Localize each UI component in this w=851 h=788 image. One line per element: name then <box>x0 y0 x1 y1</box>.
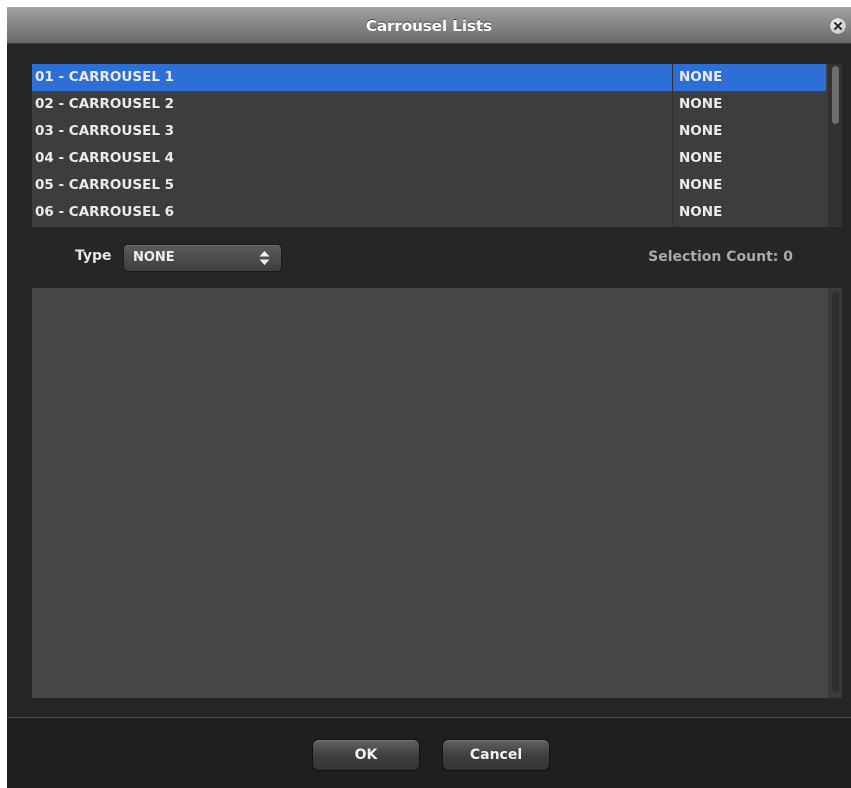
list-item-value: NONE <box>679 96 723 112</box>
list-item-name: 02 - CARROUSEL 2 <box>35 96 175 112</box>
cancel-button[interactable]: Cancel <box>443 740 549 770</box>
button-bar: OK Cancel <box>7 718 851 788</box>
window-title: Carrousel Lists <box>365 17 493 35</box>
type-label: Type <box>75 248 112 264</box>
list-scrollbar[interactable] <box>828 64 842 227</box>
type-select[interactable]: NONE <box>124 245 281 271</box>
list-item[interactable]: 03 - CARROUSEL 3 NONE <box>32 118 826 145</box>
type-select-value: NONE <box>133 250 175 265</box>
list-item-value: NONE <box>679 123 723 139</box>
carrousel-list: 01 - CARROUSEL 1 NONE 02 - CARROUSEL 2 N… <box>32 64 842 227</box>
selection-panel[interactable] <box>32 288 842 698</box>
title-bar[interactable]: Carrousel Lists <box>7 7 851 44</box>
list-item[interactable]: 04 - CARROUSEL 4 NONE <box>32 145 826 172</box>
list-item-value: NONE <box>679 204 723 220</box>
list-item-value: NONE <box>679 177 723 193</box>
ok-button[interactable]: OK <box>313 740 419 770</box>
list-item-name: 03 - CARROUSEL 3 <box>35 123 175 139</box>
selection-count: Selection Count: 0 <box>648 249 793 265</box>
list-item-value: NONE <box>679 150 723 166</box>
list-item[interactable]: 02 - CARROUSEL 2 NONE <box>32 91 826 118</box>
panel-scrollbar[interactable] <box>828 288 842 698</box>
list-item[interactable]: 06 - CARROUSEL 6 NONE <box>32 199 826 226</box>
up-down-arrows-icon <box>259 251 270 265</box>
list-item-name: 05 - CARROUSEL 5 <box>35 177 175 193</box>
list-item-name: 06 - CARROUSEL 6 <box>35 204 175 220</box>
list-item-name: 04 - CARROUSEL 4 <box>35 150 175 166</box>
list-item[interactable]: 01 - CARROUSEL 1 NONE <box>32 64 826 91</box>
list-item[interactable]: 05 - CARROUSEL 5 NONE <box>32 172 826 199</box>
close-icon[interactable] <box>830 18 846 34</box>
list-item-name: 01 - CARROUSEL 1 <box>35 69 175 85</box>
list-item-value: NONE <box>679 69 723 85</box>
panel-scroll-thumb[interactable] <box>832 292 839 692</box>
carrousel-lists-dialog: Carrousel Lists 01 - CARROUSEL 1 NONE 02… <box>7 7 851 788</box>
list-scroll-thumb[interactable] <box>832 66 839 124</box>
column-divider <box>672 64 673 227</box>
